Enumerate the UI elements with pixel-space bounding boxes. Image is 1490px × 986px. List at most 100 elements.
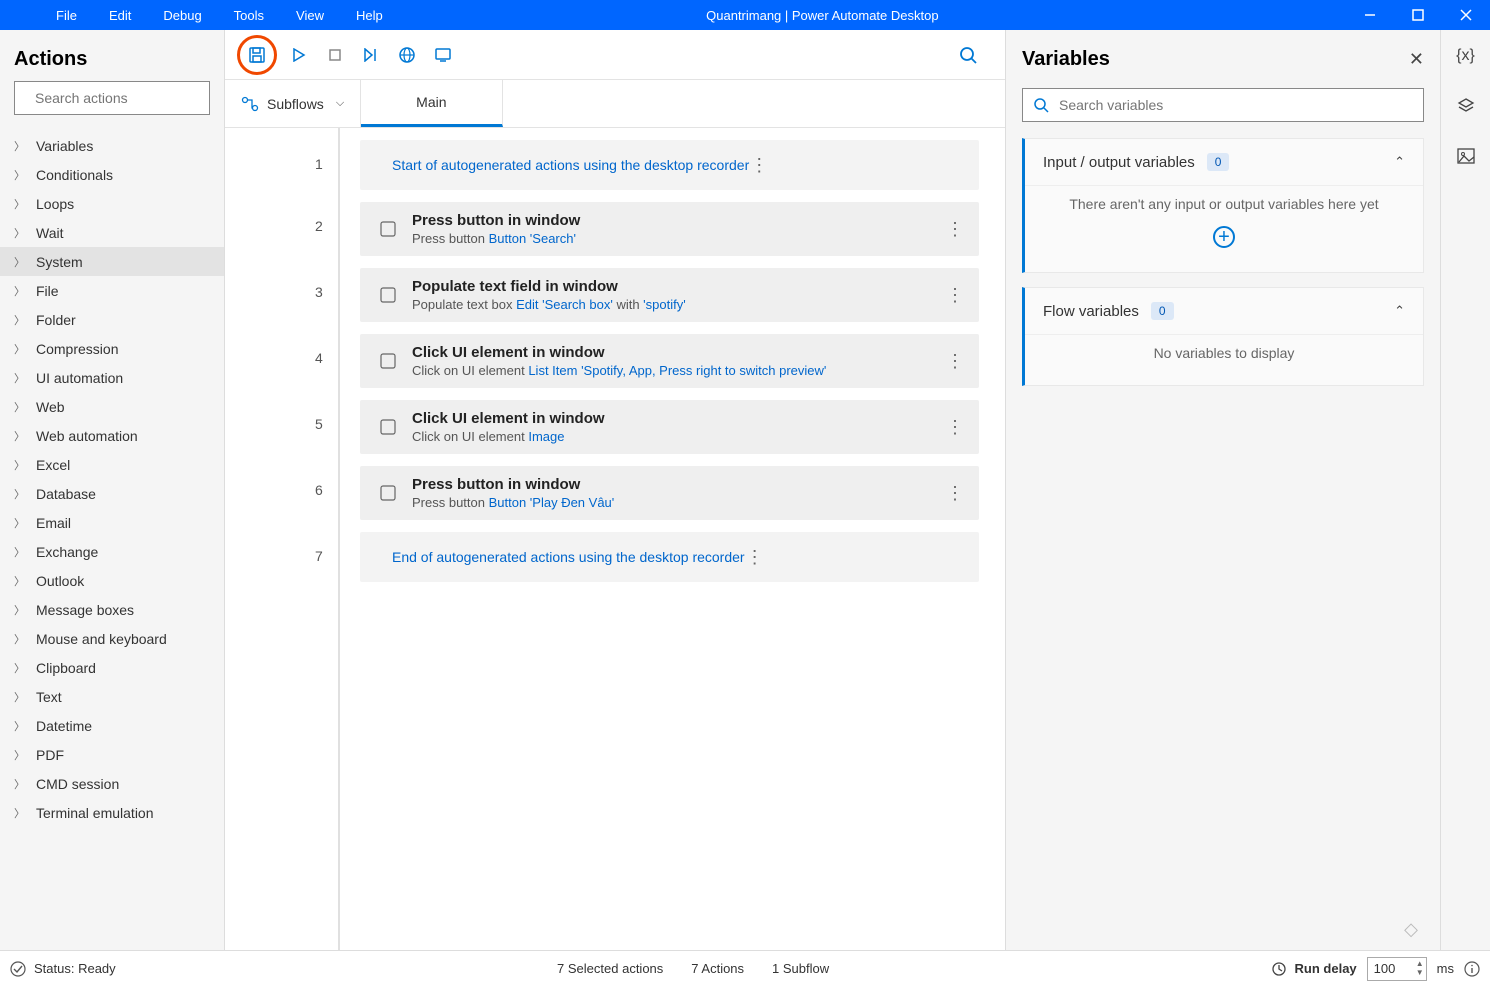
actions-panel: Actions 〉Variables〉Conditionals〉Loops〉Wa… — [0, 30, 225, 950]
variables-header: Variables — [1022, 48, 1409, 71]
tree-item-email[interactable]: 〉 Email — [0, 508, 224, 537]
tree-item-loops[interactable]: 〉Loops — [0, 189, 224, 218]
tree-item-variables[interactable]: 〉Variables — [0, 131, 224, 160]
search-variables[interactable] — [1022, 88, 1424, 122]
subflow-bar: Subflows ⌵ Main — [225, 80, 1005, 128]
tree-item-label: Variables — [36, 138, 93, 154]
menu-debug[interactable]: Debug — [147, 8, 217, 23]
tree-item-conditionals[interactable]: 〉Conditionals — [0, 160, 224, 189]
menu-tools[interactable]: Tools — [218, 8, 280, 23]
close-variables-button[interactable]: ✕ — [1409, 49, 1424, 70]
step-more-button[interactable]: ⋮ — [945, 417, 965, 438]
step-row[interactable]: 6Press button in windowPress button Butt… — [360, 466, 979, 520]
step-card[interactable]: Populate text field in windowPopulate te… — [360, 268, 979, 322]
step-row[interactable]: 4Click UI element in windowClick on UI e… — [360, 334, 979, 388]
tree-item-database[interactable]: 〉Database — [0, 479, 224, 508]
step-auto-text: End of autogenerated actions using the d… — [374, 549, 745, 565]
chevron-right-icon: 〉 — [14, 631, 28, 647]
close-button[interactable] — [1442, 0, 1490, 30]
step-subtitle: Populate text box Edit 'Search box' with… — [412, 297, 945, 312]
add-io-variable-button[interactable]: + — [1213, 226, 1235, 248]
step-button[interactable] — [353, 37, 389, 73]
tree-item-system[interactable]: 〉System — [0, 247, 224, 276]
eraser-icon[interactable]: ◇ — [1022, 909, 1424, 950]
tree-item-wait[interactable]: 〉Wait — [0, 218, 224, 247]
step-card[interactable]: Press button in windowPress button Butto… — [360, 202, 979, 256]
tree-item-ui-automation[interactable]: 〉UI automation — [0, 363, 224, 392]
save-button[interactable] — [237, 35, 277, 75]
ms-label: ms — [1437, 961, 1454, 976]
layers-rail-button[interactable] — [1454, 94, 1478, 118]
step-more-button[interactable]: ⋮ — [945, 285, 965, 306]
spinner-buttons[interactable]: ▲▼ — [1416, 959, 1424, 977]
step-row[interactable]: 7End of autogenerated actions using the … — [360, 532, 979, 582]
chevron-up-icon: ⌃ — [1394, 303, 1405, 319]
run-delay-input[interactable]: 100 ▲▼ — [1367, 957, 1427, 981]
tab-main[interactable]: Main — [361, 80, 502, 127]
chevron-right-icon: 〉 — [14, 515, 28, 531]
tree-item-excel[interactable]: 〉Excel — [0, 450, 224, 479]
flow-variables-toggle[interactable]: Flow variables 0 ⌃ — [1025, 288, 1423, 334]
step-row[interactable]: 2Press button in windowPress button Butt… — [360, 202, 979, 256]
tree-item-terminal-emulation[interactable]: 〉 Terminal emulation — [0, 798, 224, 827]
io-variables-toggle[interactable]: Input / output variables 0 ⌃ — [1025, 139, 1423, 185]
step-row[interactable]: 5Click UI element in windowClick on UI e… — [360, 400, 979, 454]
step-subtitle: Click on UI element List Item 'Spotify, … — [412, 363, 945, 378]
run-button[interactable] — [281, 37, 317, 73]
tree-item-mouse-and-keyboard[interactable]: 〉Mouse and keyboard — [0, 624, 224, 653]
canvas[interactable]: 1Start of autogenerated actions using th… — [225, 128, 1005, 950]
step-card[interactable]: Press button in windowPress button Butto… — [360, 466, 979, 520]
step-more-button[interactable]: ⋮ — [945, 483, 965, 504]
search-variables-input[interactable] — [1059, 97, 1413, 113]
minimize-button[interactable] — [1346, 0, 1394, 30]
tree-item-cmd-session[interactable]: 〉CMD session — [0, 769, 224, 798]
tree-item-folder[interactable]: 〉Folder — [0, 305, 224, 334]
search-actions-input[interactable] — [35, 90, 216, 106]
step-card[interactable]: Click UI element in windowClick on UI el… — [360, 400, 979, 454]
tree-item-outlook[interactable]: 〉Outlook — [0, 566, 224, 595]
tree-item-label: Web automation — [36, 428, 138, 444]
tree-item-web[interactable]: 〉Web — [0, 392, 224, 421]
step-subtitle: Press button Button 'Search' — [412, 231, 945, 246]
tree-item-label: Outlook — [36, 573, 84, 589]
tree-item-text[interactable]: 〉Text — [0, 682, 224, 711]
step-more-button[interactable]: ⋮ — [745, 547, 765, 568]
io-variables-count: 0 — [1207, 153, 1230, 171]
info-icon[interactable] — [1464, 961, 1480, 977]
step-row[interactable]: 3Populate text field in windowPopulate t… — [360, 268, 979, 322]
tree-item-clipboard[interactable]: 〉Clipboard — [0, 653, 224, 682]
desktop-recorder-button[interactable] — [425, 37, 461, 73]
tree-item-pdf[interactable]: 〉PDF — [0, 740, 224, 769]
tree-item-file[interactable]: 〉File — [0, 276, 224, 305]
tree-item-label: Terminal emulation — [36, 805, 154, 821]
stop-button[interactable] — [317, 37, 353, 73]
tree-item-datetime[interactable]: 〉Datetime — [0, 711, 224, 740]
actions-header: Actions — [0, 30, 224, 81]
images-rail-button[interactable] — [1454, 144, 1478, 168]
tree-item-label: Database — [36, 486, 96, 502]
step-card[interactable]: Click UI element in windowClick on UI el… — [360, 334, 979, 388]
search-actions[interactable] — [14, 81, 210, 115]
step-more-button[interactable]: ⋮ — [749, 155, 769, 176]
tree-item-compression[interactable]: 〉Compression — [0, 334, 224, 363]
step-more-button[interactable]: ⋮ — [945, 219, 965, 240]
variables-rail-button[interactable]: {x} — [1454, 44, 1478, 68]
menu-file[interactable]: File — [40, 8, 93, 23]
tree-item-label: Message boxes — [36, 602, 134, 618]
step-card[interactable]: Start of autogenerated actions using the… — [360, 140, 979, 190]
search-flow-button[interactable] — [943, 46, 993, 64]
tree-item-exchange[interactable]: 〉Exchange — [0, 537, 224, 566]
web-recorder-button[interactable] — [389, 37, 425, 73]
step-more-button[interactable]: ⋮ — [945, 351, 965, 372]
subflows-dropdown[interactable]: Subflows ⌵ — [225, 80, 361, 127]
variables-panel: Variables ✕ Input / output variables 0 ⌃… — [1005, 30, 1440, 950]
step-card[interactable]: End of autogenerated actions using the d… — [360, 532, 979, 582]
maximize-button[interactable] — [1394, 0, 1442, 30]
action-tree[interactable]: 〉Variables〉Conditionals〉Loops〉Wait〉Syste… — [0, 131, 224, 950]
menu-edit[interactable]: Edit — [93, 8, 147, 23]
tree-item-label: Email — [36, 515, 71, 531]
chevron-right-icon: 〉 — [14, 805, 28, 821]
tree-item-web-automation[interactable]: 〉Web automation — [0, 421, 224, 450]
step-row[interactable]: 1Start of autogenerated actions using th… — [360, 140, 979, 190]
tree-item-message-boxes[interactable]: 〉Message boxes — [0, 595, 224, 624]
